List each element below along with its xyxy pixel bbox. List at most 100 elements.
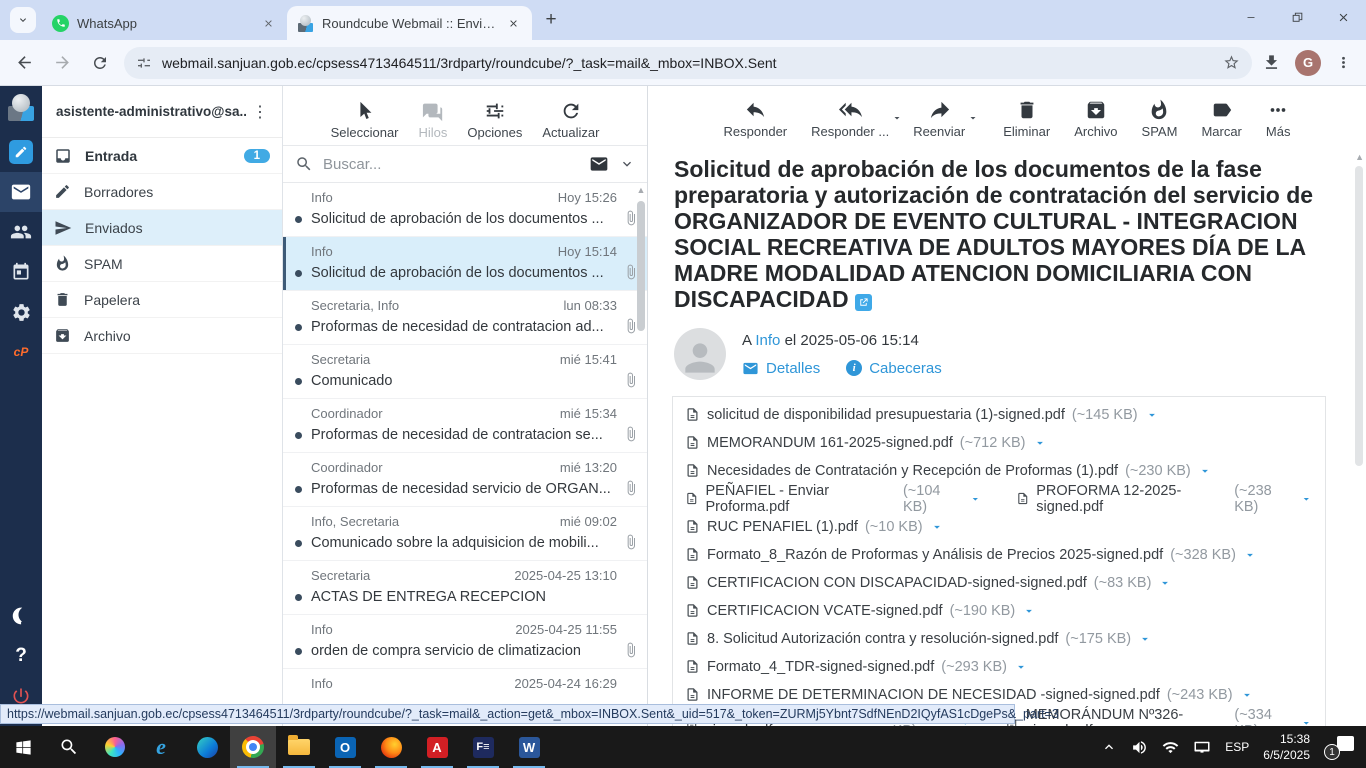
attachment-item[interactable]: PEÑAFIEL - Enviar Proforma.pdf (~104 KB) <box>685 483 982 515</box>
taskbar-acrobat[interactable]: A <box>414 726 460 768</box>
window-close-button[interactable] <box>1320 0 1366 34</box>
reply-button[interactable]: Responder <box>724 98 788 139</box>
spam-button[interactable]: SPAM <box>1142 99 1178 139</box>
sidebar-item-borradores[interactable]: Borradores <box>42 174 282 210</box>
url-text[interactable]: webmail.sanjuan.gob.ec/cpsess4713464511/… <box>162 55 1213 71</box>
tab-close-icon[interactable] <box>504 14 522 32</box>
cpanel-link[interactable]: cP <box>0 332 42 372</box>
details-toggle[interactable]: Detalles <box>742 360 820 377</box>
recipient-link[interactable]: Info <box>755 332 780 349</box>
message-row[interactable]: Secretaria, Infolun 08:33 Proformas de n… <box>283 291 647 345</box>
taskbar-firefox[interactable] <box>368 726 414 768</box>
taskbar-internet-explorer[interactable]: e <box>138 726 184 768</box>
attachment-item[interactable]: solicitud de disponibilidad presupuestar… <box>685 407 1159 423</box>
archive-button[interactable]: Archivo <box>1074 99 1117 139</box>
attachment-name[interactable]: CERTIFICACION CON DISCAPACIDAD-signed-si… <box>707 575 1087 591</box>
attachment-menu-caret-icon[interactable] <box>1033 436 1047 450</box>
message-row[interactable]: Info, Secretariamié 09:02 Comunicado sob… <box>283 507 647 561</box>
taskbar-chrome[interactable] <box>230 726 276 768</box>
tab-search-button[interactable] <box>10 7 36 33</box>
tab-whatsapp[interactable]: WhatsApp <box>42 6 287 40</box>
address-bar[interactable]: webmail.sanjuan.gob.ec/cpsess4713464511/… <box>124 47 1252 79</box>
attachment-item[interactable]: PROFORMA 12-2025-signed.pdf (~238 KB) <box>1016 483 1313 515</box>
attachment-menu-caret-icon[interactable] <box>1022 604 1036 618</box>
start-button[interactable] <box>0 726 46 768</box>
attachment-menu-caret-icon[interactable] <box>1300 492 1313 506</box>
search-options-chevron-icon[interactable] <box>619 156 635 172</box>
taskbar-clock[interactable]: 15:38 6/5/2025 <box>1263 731 1310 763</box>
scrollbar-thumb[interactable] <box>1355 166 1363 466</box>
tab-roundcube[interactable]: Roundcube Webmail :: Enviados <box>287 6 532 40</box>
open-in-new-icon[interactable] <box>855 294 872 311</box>
threads-button[interactable]: Hilos <box>419 100 448 140</box>
select-button[interactable]: Seleccionar <box>331 100 399 140</box>
more-button[interactable]: Más <box>1266 99 1291 139</box>
delete-button[interactable]: Eliminar <box>1003 99 1050 139</box>
language-indicator[interactable]: ESP <box>1225 740 1249 754</box>
browser-back-button[interactable] <box>10 49 38 77</box>
attachment-item[interactable]: INFORME DE DETERMINACION DE NECESIDAD -s… <box>685 687 1254 703</box>
attachment-menu-caret-icon[interactable] <box>969 492 982 506</box>
message-row[interactable]: Coordinadormié 13:20 Proformas de necesi… <box>283 453 647 507</box>
sidebar-item-enviados[interactable]: Enviados <box>42 210 282 246</box>
attachment-name[interactable]: MEMORANDUM 161-2025-signed.pdf <box>707 435 953 451</box>
taskbar-file-explorer[interactable] <box>276 726 322 768</box>
window-minimize-button[interactable] <box>1228 0 1274 34</box>
attachment-item[interactable]: MEMORANDUM 161-2025-signed.pdf (~712 KB) <box>685 435 1047 451</box>
help-button[interactable]: ? <box>0 636 42 676</box>
calendar-nav-button[interactable] <box>0 252 42 292</box>
attachment-menu-caret-icon[interactable] <box>1145 408 1159 422</box>
attachment-name[interactable]: RUC PENAFIEL (1).pdf <box>707 519 858 535</box>
list-scrollbar[interactable]: ▲ ▼ <box>635 183 647 726</box>
notification-center-button[interactable]: 1 <box>1324 734 1354 760</box>
contacts-nav-button[interactable] <box>0 212 42 252</box>
attachment-name[interactable]: Formato_8_Razón de Proformas y Análisis … <box>707 547 1163 563</box>
dark-mode-button[interactable] <box>0 596 42 636</box>
attachment-menu-caret-icon[interactable] <box>930 520 944 534</box>
taskbar-forticlient[interactable]: F≡ <box>460 726 506 768</box>
mark-button[interactable]: Marcar <box>1201 99 1241 139</box>
attachment-item[interactable]: Necesidades de Contratación y Recepción … <box>685 463 1212 479</box>
account-menu-kebab-icon[interactable]: ⋮ <box>246 102 274 122</box>
search-input[interactable] <box>323 156 579 173</box>
volume-icon[interactable] <box>1131 739 1148 756</box>
browser-forward-button[interactable] <box>48 49 76 77</box>
message-row[interactable]: Info2025-04-25 11:55 orden de compra ser… <box>283 615 647 669</box>
attachment-name[interactable]: INFORME DE DETERMINACION DE NECESIDAD -s… <box>707 687 1160 703</box>
search-scope-mail-icon[interactable] <box>589 154 609 174</box>
sidebar-item-entrada[interactable]: Entrada 1 <box>42 138 282 174</box>
message-row-selected[interactable]: InfoHoy 15:14 Solicitud de aprobación de… <box>283 237 647 291</box>
attachment-item[interactable]: CERTIFICACION VCATE-signed.pdf (~190 KB) <box>685 603 1036 619</box>
account-header[interactable]: asistente-administrativo@sa... ⋮ <box>42 86 282 138</box>
attachment-name[interactable]: CERTIFICACION VCATE-signed.pdf <box>707 603 943 619</box>
browser-refresh-button[interactable] <box>86 49 114 77</box>
attachment-menu-caret-icon[interactable] <box>1300 716 1313 726</box>
site-settings-tune-icon[interactable] <box>136 55 152 71</box>
attachment-item[interactable]: Formato_4_TDR-signed-signed.pdf (~293 KB… <box>685 659 1028 675</box>
bookmark-star-icon[interactable] <box>1223 54 1240 71</box>
attachment-name[interactable]: PROFORMA 12-2025-signed.pdf <box>1036 483 1227 515</box>
display-cast-icon[interactable] <box>1193 738 1211 756</box>
reading-pane-scrollbar[interactable]: ▲ <box>1354 150 1364 722</box>
forward-button[interactable]: Reenviar <box>913 98 965 139</box>
browser-profile-avatar[interactable]: G <box>1295 50 1321 76</box>
reply-all-button[interactable]: Responder ... <box>811 98 889 139</box>
tab-close-icon[interactable] <box>259 14 277 32</box>
headers-toggle[interactable]: i Cabeceras <box>846 360 942 377</box>
tray-expand-chevron-icon[interactable] <box>1101 739 1117 755</box>
attachment-item[interactable]: RUC PENAFIEL (1).pdf (~10 KB) <box>685 519 944 535</box>
mail-nav-button[interactable] <box>0 172 42 212</box>
window-restore-button[interactable] <box>1274 0 1320 34</box>
attachment-menu-caret-icon[interactable] <box>1243 548 1257 562</box>
refresh-button[interactable]: Actualizar <box>542 100 599 140</box>
taskbar-search-button[interactable] <box>46 726 92 768</box>
attachment-menu-caret-icon[interactable] <box>1240 688 1254 702</box>
attachment-name[interactable]: solicitud de disponibilidad presupuestar… <box>707 407 1065 423</box>
browser-menu-icon[interactable] <box>1335 54 1352 71</box>
attachment-menu-caret-icon[interactable] <box>1198 464 1212 478</box>
message-row[interactable]: Secretaria2025-04-25 13:10 ACTAS DE ENTR… <box>283 561 647 615</box>
message-row[interactable]: InfoHoy 15:26 Solicitud de aprobación de… <box>283 183 647 237</box>
options-button[interactable]: Opciones <box>467 100 522 140</box>
settings-nav-button[interactable] <box>0 292 42 332</box>
attachment-menu-caret-icon[interactable] <box>1138 632 1152 646</box>
